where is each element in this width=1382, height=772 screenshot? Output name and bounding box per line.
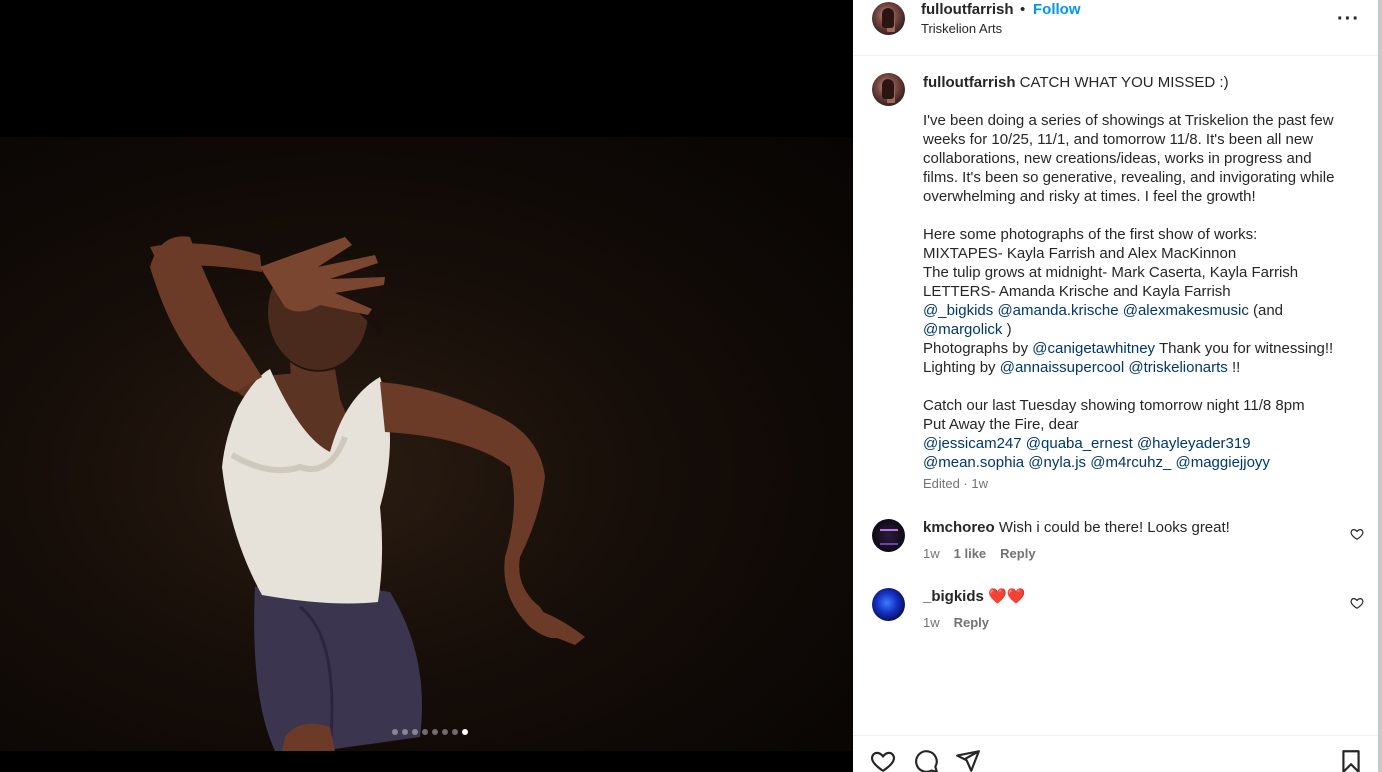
save-icon[interactable] — [1338, 748, 1364, 772]
window-edge — [1378, 0, 1382, 772]
reply-button[interactable]: Reply — [954, 615, 989, 630]
dancer-photo-illustration — [150, 236, 585, 751]
mention-link[interactable]: @jessicam247 — [923, 435, 1022, 452]
reply-button[interactable]: Reply — [1000, 546, 1035, 561]
post-caption: fulloutfarrish CATCH WHAT YOU MISSED :) … — [923, 73, 1363, 472]
caption-text: (and — [1253, 302, 1284, 319]
mention-link[interactable]: @hayleyader319 — [1137, 435, 1251, 452]
caption-text: Lighting by — [923, 359, 996, 376]
location-link[interactable]: Triskelion Arts — [921, 21, 1002, 36]
caption-line: films. It's been so generative, revealin… — [923, 169, 1335, 186]
mention-link[interactable]: @_bigkids — [923, 302, 993, 319]
post-media[interactable] — [0, 0, 853, 772]
mention-link[interactable]: @alexmakesmusic — [1123, 302, 1249, 319]
post-side-panel: fulloutfarrish • Follow Triskelion Arts … — [853, 0, 1378, 772]
carousel-dot[interactable] — [441, 729, 448, 735]
mention-link[interactable]: @canigetawhitney — [1032, 340, 1155, 357]
carousel-indicator — [0, 729, 853, 735]
mention-link[interactable]: @m4rcuhz_ — [1090, 454, 1171, 471]
caption-line: Here some photographs of the first show … — [923, 226, 1258, 243]
caption-text: Thank you for witnessing!! — [1158, 340, 1334, 357]
caption-headline: CATCH WHAT YOU MISSED :) — [1019, 74, 1229, 91]
caption-meta: Edited · 1w — [923, 476, 989, 491]
carousel-dot[interactable] — [451, 729, 458, 735]
caption-username[interactable]: fulloutfarrish — [923, 74, 1016, 91]
share-icon[interactable] — [955, 748, 981, 772]
caption-line: MIXTAPES- Kayla Farrish and Alex MacKinn… — [923, 245, 1237, 262]
carousel-dot[interactable] — [421, 729, 428, 735]
mention-link[interactable]: @maggiejjoyy — [1175, 454, 1269, 471]
mention-link[interactable]: @triskelionarts — [1128, 359, 1227, 376]
comment-like-heart-icon[interactable] — [1350, 596, 1364, 610]
carousel-dot[interactable] — [401, 729, 408, 735]
post-photo[interactable] — [0, 137, 853, 751]
caption-line: The tulip grows at midnight- Mark Casert… — [923, 264, 1299, 281]
post-header: fulloutfarrish • Follow Triskelion Arts … — [853, 0, 1378, 56]
carousel-dot[interactable] — [391, 729, 398, 735]
comment-likes[interactable]: 1 like — [954, 546, 987, 561]
author-username[interactable]: fulloutfarrish — [921, 1, 1014, 18]
comment: _bigkids ❤️❤️ — [923, 587, 1025, 606]
caption-line: LETTERS- Amanda Krische and Kayla Farris… — [923, 283, 1231, 300]
mention-link[interactable]: @amanda.krische — [997, 302, 1118, 319]
caption-author-avatar[interactable] — [872, 73, 905, 106]
caption-line: overwhelming and risky at times. I feel … — [923, 188, 1256, 205]
comment-text: Wish i could be there! Looks great! — [998, 519, 1230, 536]
comment-like-heart-icon[interactable] — [1350, 527, 1364, 541]
comment-username[interactable]: kmchoreo — [923, 519, 995, 536]
caption-line: collaborations, new creations/ideas, wor… — [923, 150, 1312, 167]
mention-link[interactable]: @annaissupercool — [1000, 359, 1124, 376]
commenter-avatar[interactable] — [872, 519, 905, 552]
comment-icon[interactable] — [913, 748, 939, 772]
caption-text: Photographs by — [923, 340, 1029, 357]
caption-line: I've been doing a series of showings at … — [923, 112, 1334, 129]
comment-time: 1w — [923, 615, 940, 630]
author-avatar[interactable] — [872, 2, 905, 35]
caption-line: weeks for 10/25, 11/1, and tomorrow 11/8… — [923, 131, 1314, 148]
comment-meta: 1w 1 like Reply — [923, 546, 1036, 561]
follow-button[interactable]: Follow — [1033, 1, 1081, 18]
comment: kmchoreo Wish i could be there! Looks gr… — [923, 518, 1230, 537]
mention-link[interactable]: @nyla.js — [1028, 454, 1086, 471]
caption-line: Catch our last Tuesday showing tomorrow … — [923, 397, 1305, 414]
mention-link[interactable]: @quaba_ernest — [1026, 435, 1133, 452]
carousel-dot[interactable] — [431, 729, 438, 735]
caption-text: !! — [1231, 359, 1241, 376]
more-options-icon[interactable]: ··· — [1337, 8, 1360, 31]
caption-line: Put Away the Fire, dear — [923, 416, 1079, 433]
comment-username[interactable]: _bigkids — [923, 588, 984, 605]
heart-icon[interactable] — [870, 748, 896, 772]
comment-time: 1w — [923, 546, 940, 561]
header-separator: • — [1020, 1, 1026, 18]
carousel-dot[interactable] — [411, 729, 418, 735]
mention-link[interactable]: @margolick — [923, 321, 1002, 338]
comment-meta: 1w Reply — [923, 615, 989, 630]
caption-text: ) — [1006, 321, 1012, 338]
post-action-bar — [853, 735, 1378, 772]
mention-link[interactable]: @mean.sophia — [923, 454, 1024, 471]
commenter-avatar[interactable] — [872, 588, 905, 621]
carousel-dot[interactable] — [461, 729, 468, 735]
comment-text: ❤️❤️ — [988, 588, 1026, 605]
